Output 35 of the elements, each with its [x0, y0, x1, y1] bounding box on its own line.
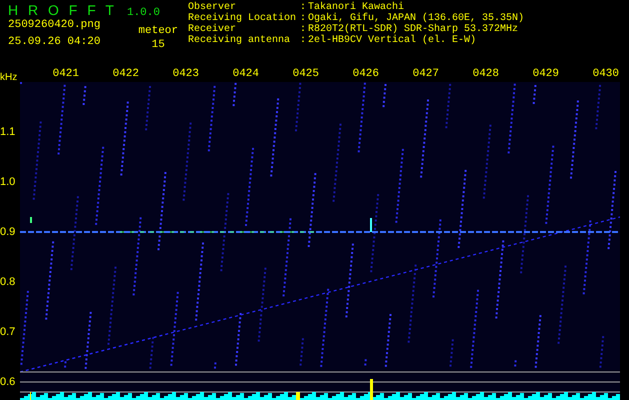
time-label: 0424: [232, 68, 260, 80]
info-label: Receiver: [188, 24, 236, 35]
time-label: 0426: [352, 68, 380, 80]
meteor-label: meteor: [138, 25, 178, 37]
file-name: 2509260420.png: [8, 19, 100, 31]
info-value: Takanori Kawachi: [308, 2, 404, 13]
time-label: 0429: [532, 68, 560, 80]
frequency-label: 1.1: [0, 125, 16, 140]
info-separator: :: [300, 24, 308, 35]
info-label: Receiving Location: [188, 13, 298, 24]
info-label: Receiving antenna: [188, 35, 292, 46]
info-value: R820T2(RTL-SDR) SDR-Sharp 53.372MHz: [308, 24, 518, 35]
app-version: 1.0.0: [126, 7, 160, 19]
unit-label: kHz: [0, 71, 18, 83]
time-label: 0425: [292, 68, 320, 80]
time-label: 0427: [412, 68, 440, 80]
app-title: H R O F F T: [8, 2, 117, 18]
info-value: Ogaki, Gifu, JAPAN (136.60E, 35.35N): [308, 13, 524, 24]
frequency-label: 0.8: [0, 275, 16, 290]
time-label: 0422: [112, 68, 140, 80]
info-separator: :: [300, 2, 308, 13]
time-label: 0430: [592, 68, 620, 80]
info-separator: :: [300, 35, 308, 46]
frequency-label: 0.9: [0, 225, 16, 240]
info-value: 2el-HB9CV Vertical (el. E-W): [308, 35, 476, 46]
time-label: 0428: [472, 68, 500, 80]
frequency-label: 0.7: [0, 325, 16, 340]
time-label: 0421: [52, 68, 80, 80]
frequency-label: 1.0: [0, 175, 16, 190]
frequency-label: 0.6: [0, 375, 16, 390]
meteor-count: 15: [152, 39, 165, 51]
info-separator: :: [300, 13, 308, 24]
time-label: 0423: [172, 68, 200, 80]
info-label: Observer: [188, 2, 236, 13]
date-time: 25.09.26 04:20: [8, 36, 100, 48]
